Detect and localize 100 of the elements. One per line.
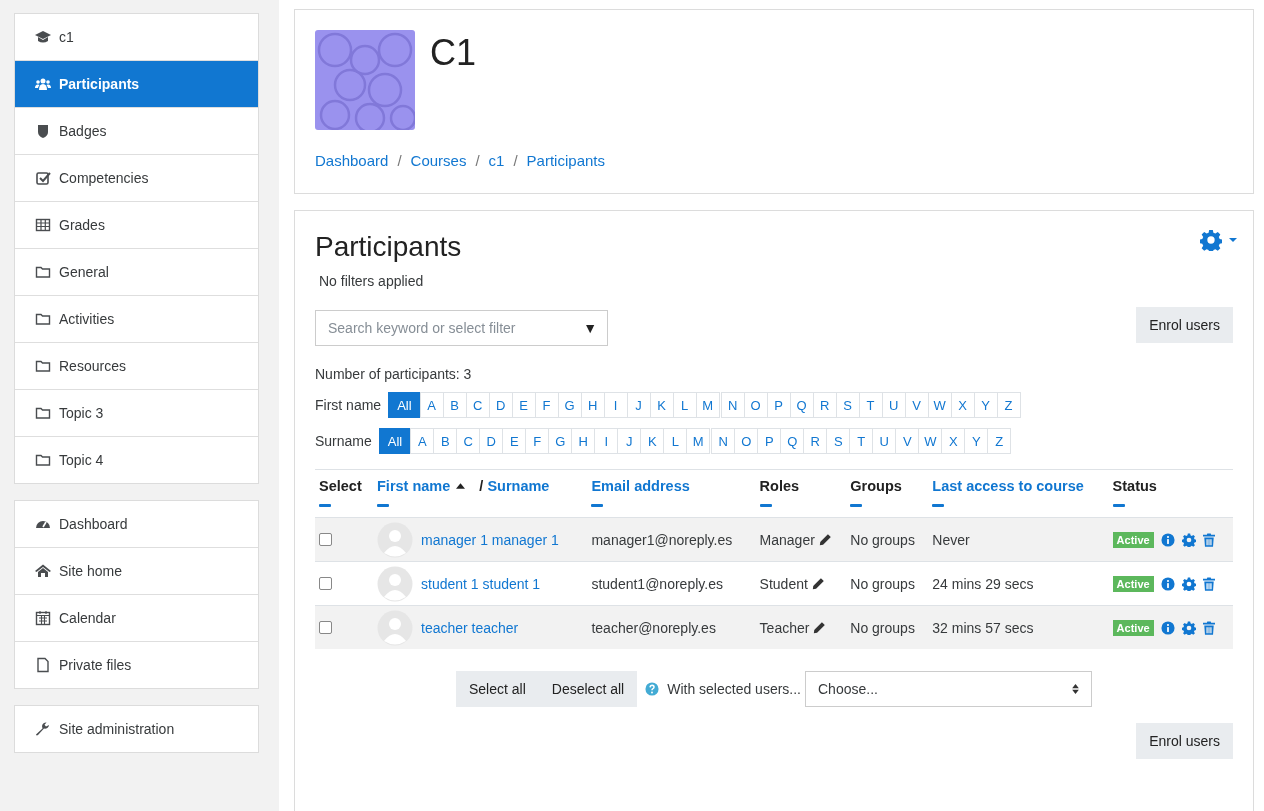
sidebar-item[interactable]: Private files: [15, 641, 258, 688]
initial-letter[interactable]: B: [433, 428, 458, 454]
sidebar-item[interactable]: Grades: [15, 201, 258, 248]
pencil-icon[interactable]: [813, 621, 827, 634]
column-sort-link[interactable]: Email address: [591, 478, 690, 494]
settings-icon[interactable]: [1181, 620, 1196, 635]
initial-letter[interactable]: W: [918, 428, 943, 454]
initial-letter[interactable]: H: [571, 428, 596, 454]
sidebar-item[interactable]: Site home: [15, 547, 258, 594]
trash-icon[interactable]: [1202, 532, 1215, 547]
initial-letter[interactable]: M: [686, 428, 711, 454]
select-all-button[interactable]: Select all: [456, 671, 539, 707]
participant-name-link[interactable]: student 1 student 1: [421, 575, 541, 592]
initial-letter[interactable]: T: [849, 428, 874, 454]
initial-letter[interactable]: R: [812, 392, 837, 418]
initial-letter[interactable]: Y: [973, 392, 998, 418]
initial-letter[interactable]: G: [548, 428, 573, 454]
initial-letter[interactable]: P: [766, 392, 791, 418]
row-checkbox[interactable]: [319, 621, 332, 634]
initial-letter[interactable]: E: [511, 392, 536, 418]
initial-letter[interactable]: X: [941, 428, 966, 454]
info-icon[interactable]: [1160, 620, 1175, 635]
collapse-column-icon[interactable]: [759, 504, 772, 507]
sidebar-item[interactable]: Site administration: [15, 706, 258, 752]
sidebar-item[interactable]: Topic 4: [15, 436, 258, 483]
initial-letter[interactable]: G: [557, 392, 582, 418]
initial-letter[interactable]: V: [904, 392, 929, 418]
initial-letter[interactable]: D: [488, 392, 513, 418]
initial-letter[interactable]: N: [720, 392, 745, 418]
sidebar-item[interactable]: Activities: [15, 295, 258, 342]
collapse-column-icon[interactable]: [850, 504, 863, 507]
sidebar-item[interactable]: Resources: [15, 342, 258, 389]
initial-letter[interactable]: Y: [964, 428, 989, 454]
sidebar-item[interactable]: Competencies: [15, 154, 258, 201]
sidebar-item[interactable]: General: [15, 248, 258, 295]
initial-letter[interactable]: F: [525, 428, 550, 454]
initial-letter[interactable]: I: [603, 392, 628, 418]
initial-letter[interactable]: All: [388, 392, 421, 418]
initial-letter[interactable]: Z: [987, 428, 1012, 454]
column-sort-link[interactable]: Surname: [487, 478, 550, 494]
initial-letter[interactable]: All: [378, 428, 412, 454]
info-icon[interactable]: [1160, 532, 1175, 547]
sidebar-item[interactable]: Calendar: [15, 594, 258, 641]
initial-letter[interactable]: O: [734, 428, 759, 454]
initial-letter[interactable]: Z: [996, 392, 1021, 418]
initial-letter[interactable]: H: [580, 392, 605, 418]
info-icon[interactable]: [1160, 576, 1175, 591]
deselect-all-button[interactable]: Deselect all: [538, 671, 638, 707]
initial-letter[interactable]: C: [456, 428, 481, 454]
initial-letter[interactable]: L: [672, 392, 697, 418]
initial-letter[interactable]: F: [534, 392, 559, 418]
help-icon[interactable]: [645, 682, 660, 696]
trash-icon[interactable]: [1202, 620, 1215, 635]
initial-letter[interactable]: S: [826, 428, 851, 454]
initial-letter[interactable]: P: [757, 428, 782, 454]
initial-letter[interactable]: R: [803, 428, 828, 454]
initial-letter[interactable]: A: [419, 392, 444, 418]
initial-letter[interactable]: Q: [789, 392, 814, 418]
enrol-users-button[interactable]: Enrol users: [1136, 307, 1233, 343]
breadcrumb-link[interactable]: Participants: [526, 152, 605, 169]
participant-name-link[interactable]: teacher teacher: [421, 619, 519, 636]
initial-letter[interactable]: J: [617, 428, 642, 454]
sidebar-item[interactable]: Participants: [15, 60, 258, 107]
initial-letter[interactable]: A: [410, 428, 435, 454]
collapse-column-icon[interactable]: [1112, 504, 1125, 507]
pencil-icon[interactable]: [818, 533, 832, 546]
breadcrumb-link[interactable]: Dashboard: [315, 152, 389, 169]
settings-icon[interactable]: [1181, 576, 1196, 591]
sidebar-item[interactable]: Topic 3: [15, 389, 258, 436]
initial-letter[interactable]: I: [594, 428, 619, 454]
initial-letter[interactable]: K: [649, 392, 674, 418]
initial-letter[interactable]: B: [442, 392, 467, 418]
initial-letter[interactable]: T: [858, 392, 883, 418]
breadcrumb-link[interactable]: c1: [488, 152, 505, 169]
initial-letter[interactable]: S: [835, 392, 860, 418]
sidebar-item[interactable]: c1: [15, 14, 258, 60]
column-sort-link[interactable]: Last access to course: [932, 478, 1084, 494]
initial-letter[interactable]: O: [743, 392, 768, 418]
pencil-icon[interactable]: [811, 577, 825, 590]
settings-icon[interactable]: [1181, 532, 1196, 547]
initial-letter[interactable]: N: [711, 428, 736, 454]
bulk-action-select[interactable]: Choose...: [805, 671, 1092, 707]
row-checkbox[interactable]: [319, 533, 332, 546]
initial-letter[interactable]: W: [927, 392, 952, 418]
initial-letter[interactable]: C: [465, 392, 490, 418]
initial-letter[interactable]: K: [640, 428, 665, 454]
initial-letter[interactable]: J: [626, 392, 651, 418]
breadcrumb-link[interactable]: Courses: [410, 152, 467, 169]
column-sort-link[interactable]: First name: [377, 478, 451, 494]
sidebar-item[interactable]: Badges: [15, 107, 258, 154]
initial-letter[interactable]: L: [663, 428, 688, 454]
collapse-column-icon[interactable]: [932, 504, 945, 507]
initial-letter[interactable]: U: [881, 392, 906, 418]
search-field[interactable]: Search keyword or select filter ▼: [315, 310, 608, 346]
collapse-column-icon[interactable]: [591, 504, 604, 507]
sidebar-item[interactable]: Dashboard: [15, 501, 258, 547]
trash-icon[interactable]: [1202, 576, 1215, 591]
initial-letter[interactable]: U: [872, 428, 897, 454]
initial-letter[interactable]: E: [502, 428, 527, 454]
initial-letter[interactable]: Q: [780, 428, 805, 454]
